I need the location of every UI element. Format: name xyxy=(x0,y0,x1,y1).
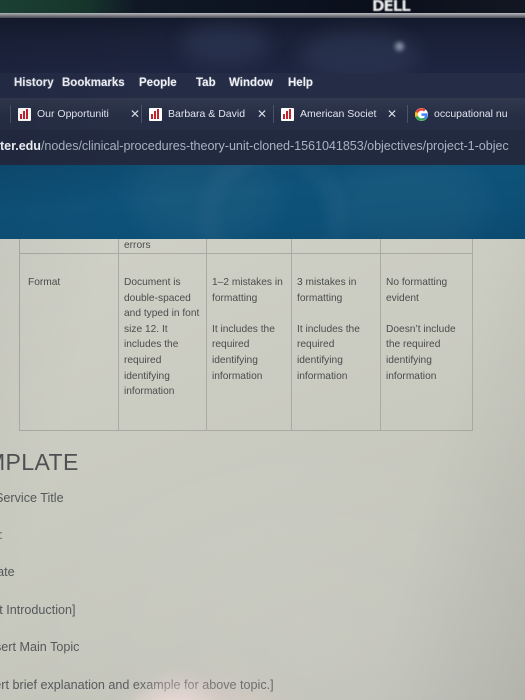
menu-item-tab[interactable]: Tab xyxy=(196,77,216,89)
browser-tab-2-title: Barbara & David xyxy=(168,108,246,120)
rubric-row-divider-top xyxy=(19,253,473,254)
template-presenter: er: xyxy=(0,528,3,542)
rubric-criterion-label: Format xyxy=(28,277,61,288)
site-header-band xyxy=(0,165,525,239)
template-introduction-placeholder: ert Introduction] xyxy=(0,603,76,617)
browser-chrome-background xyxy=(0,18,525,73)
template-brief-explanation-placeholder: sert brief explanation and example for a… xyxy=(0,678,274,692)
menu-item-history[interactable]: History xyxy=(14,77,54,89)
template-main-topic-placeholder: nsert Main Topic xyxy=(0,640,80,654)
rubric-cell-level-3: 3 mistakes in formatting It includes the… xyxy=(297,277,360,382)
rubric-cell-level-1: Document is double-spaced and typed in f… xyxy=(124,277,200,398)
url-text[interactable]: ter.edu/nodes/clinical-procedures-theory… xyxy=(0,139,525,153)
band-glare-2 xyxy=(330,165,490,239)
monitor-brand-logo: DELL xyxy=(372,0,411,13)
menu-item-window[interactable]: Window xyxy=(229,77,273,89)
google-favicon xyxy=(415,108,428,121)
browser-menu-bar: History Bookmarks People Tab Window Help xyxy=(0,73,525,98)
browser-tab-strip: Our Opportuniti ✕ Barbara & David ✕ Amer… xyxy=(0,98,525,130)
band-reflection-ghost xyxy=(200,165,346,239)
tab-separator xyxy=(407,105,408,123)
rubric-col-line-0 xyxy=(19,239,20,431)
rubric-col-line-1 xyxy=(118,239,119,431)
rubric-col-line-2 xyxy=(206,239,207,431)
template-date: Date xyxy=(0,565,15,579)
rubric-partial-cell-errors: errors xyxy=(124,240,151,251)
document-page: errors Format Document is double-spaced … xyxy=(0,239,525,700)
tab-separator xyxy=(141,105,142,123)
rubric-cell-level-2: 1–2 mistakes in formatting It includes t… xyxy=(212,277,283,382)
rubric-col-line-3 xyxy=(291,239,292,431)
browser-tab-1-close-icon[interactable]: ✕ xyxy=(130,107,140,121)
browser-tab-1-title: Our Opportuniti xyxy=(37,108,109,120)
browser-tab-2-close-icon[interactable]: ✕ xyxy=(257,107,267,121)
rubric-cell-level-4: No formatting evident Doesn’t include th… xyxy=(386,277,456,382)
browser-tab-3[interactable]: American Societ ✕ xyxy=(277,98,412,130)
template-subtitle: –Service Title xyxy=(0,491,64,505)
menu-item-bookmarks[interactable]: Bookmarks xyxy=(62,77,125,89)
browser-chrome: History Bookmarks People Tab Window Help… xyxy=(0,18,525,165)
rubric-col-line-5 xyxy=(472,239,473,431)
tab-separator xyxy=(273,105,274,123)
browser-tab-1[interactable]: Our Opportuniti ✕ xyxy=(14,98,149,130)
chart-favicon xyxy=(281,108,294,121)
browser-tab-3-title: American Societ xyxy=(300,108,377,120)
rubric-col-line-4 xyxy=(380,239,381,431)
browser-tab-2[interactable]: Barbara & David ✕ xyxy=(145,98,280,130)
browser-tab-3-close-icon[interactable]: ✕ xyxy=(387,107,397,121)
template-title: MPLATE xyxy=(0,449,79,475)
url-domain: ter.edu xyxy=(0,139,41,153)
photo-of-monitor-screenshot: DELL History Bookmarks People Tab Window… xyxy=(0,0,525,700)
browser-url-bar[interactable]: ter.edu/nodes/clinical-procedures-theory… xyxy=(0,130,525,165)
menu-item-people[interactable]: People xyxy=(139,77,177,89)
monitor-bezel-top xyxy=(0,0,525,14)
browser-tab-4-title: occupational nu xyxy=(434,108,508,120)
rubric-row-divider-bottom xyxy=(19,430,473,431)
url-path: /nodes/clinical-procedures-theory-unit-c… xyxy=(40,139,509,153)
menu-item-help[interactable]: Help xyxy=(288,77,313,89)
chart-favicon xyxy=(149,108,162,121)
browser-tab-4[interactable]: occupational nu xyxy=(411,98,525,130)
chart-favicon xyxy=(18,108,31,121)
tab-separator xyxy=(10,105,11,123)
